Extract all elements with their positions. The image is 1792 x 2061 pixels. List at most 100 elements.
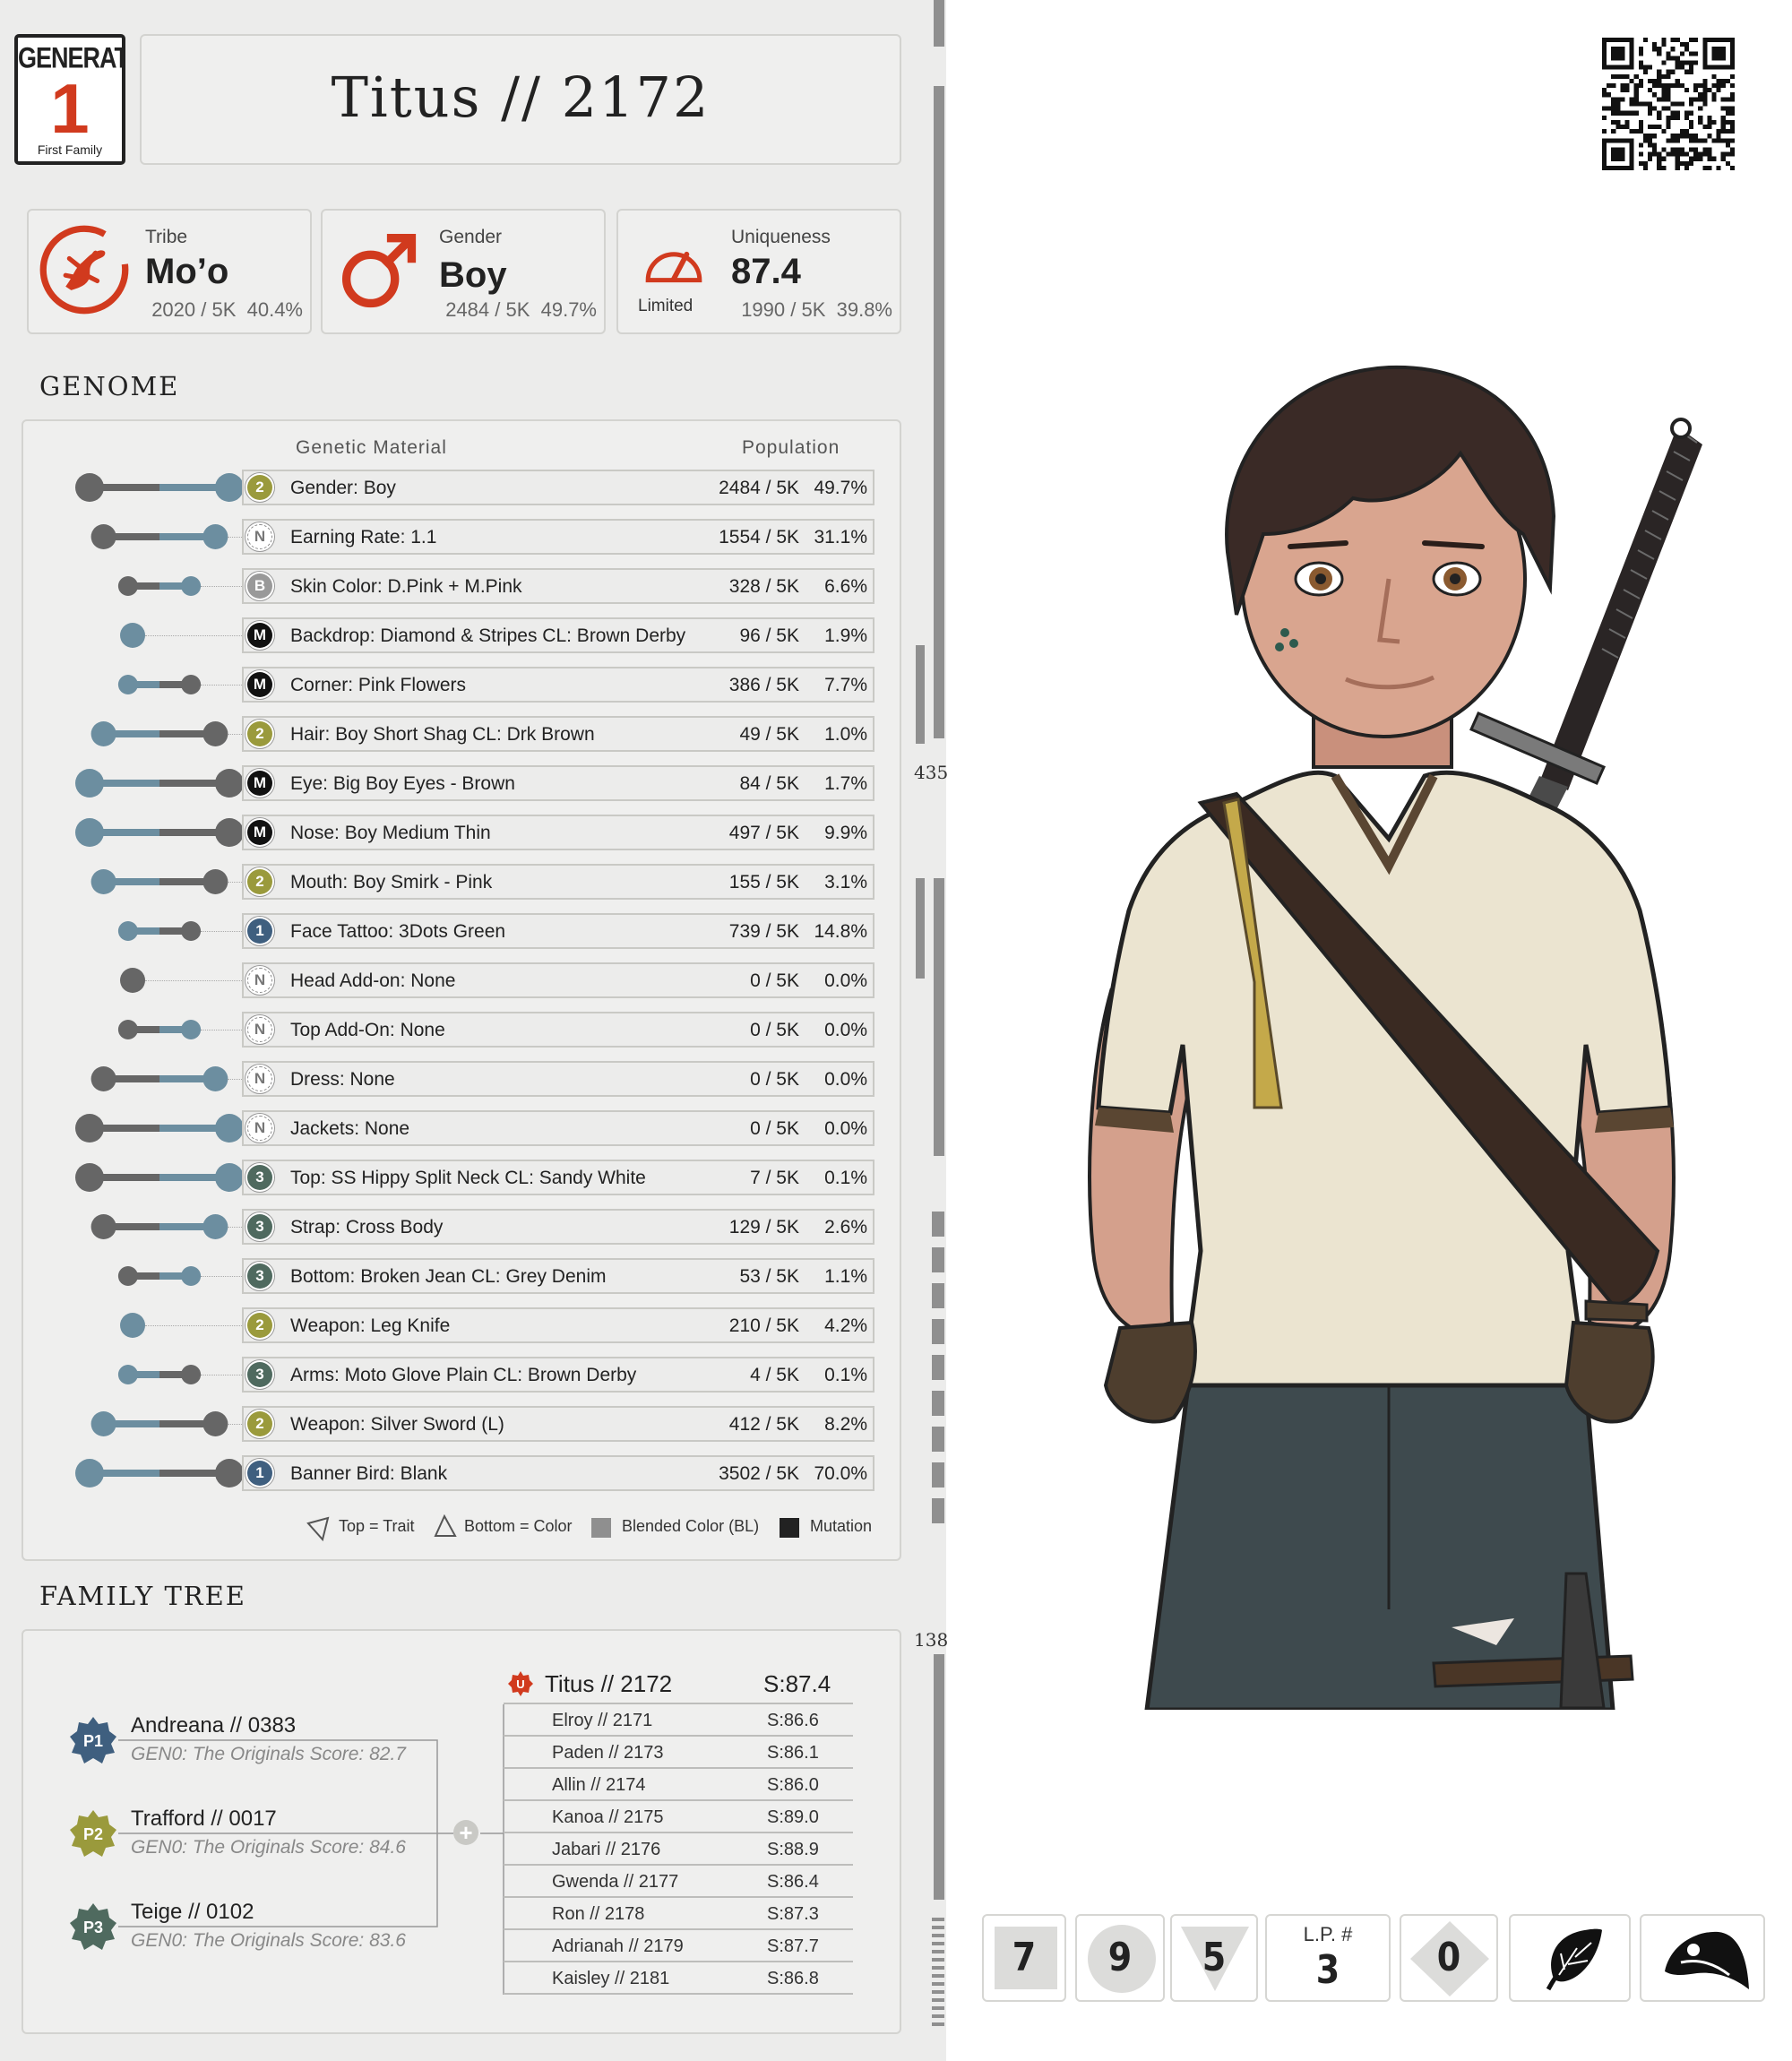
gene-pct: 4.2%	[824, 1315, 867, 1336]
p3-score: GEN0: The Originals Score: 83.6	[131, 1930, 406, 1951]
lp-tile[interactable]: L.P. # 3	[1265, 1914, 1391, 2002]
p1-badge-icon: P1	[70, 1717, 116, 1763]
bird-tile[interactable]	[1640, 1914, 1765, 2002]
uniqueness-pct: 39.8%	[836, 298, 892, 321]
generation-subtitle: First Family	[37, 142, 103, 157]
gene-badge-icon: N	[247, 1116, 272, 1141]
gene-name: Backdrop: Diamond & Stripes CL: Brown De…	[290, 625, 686, 646]
leaf-tile[interactable]	[1509, 1914, 1631, 2002]
p1-name: Andreana // 0383	[131, 1713, 297, 1738]
p2-name: Trafford // 0017	[131, 1807, 277, 1831]
gene-pct: 2.6%	[824, 1217, 867, 1237]
sibling-row[interactable]: Gwenda // 2177 S:86.4	[504, 1866, 853, 1898]
gene-name: Head Add-on: None	[290, 970, 456, 991]
scale-tick	[932, 1958, 944, 1962]
gene-row[interactable]: M Eye: Big Boy Eyes - Brown 84 / 5K 1.7%	[242, 765, 874, 801]
gene-pct: 0.1%	[824, 1168, 867, 1188]
gene-badge-icon: 2	[247, 869, 272, 894]
triangle-tile[interactable]: 5	[1170, 1914, 1258, 2002]
gene-row[interactable]: 2 Gender: Boy 2484 / 5K 49.7%	[242, 470, 874, 505]
uniqueness-value: 87.4	[731, 252, 801, 291]
tribe-count: 2020 / 5K	[151, 298, 237, 321]
sibling-row[interactable]: Allin // 2174 S:86.0	[504, 1769, 853, 1801]
gene-name: Nose: Boy Medium Thin	[290, 823, 491, 843]
tribe-population: 2020 / 5K 40.4%	[151, 298, 303, 322]
gene-link-line	[228, 882, 242, 883]
gene-name: Face Tattoo: 3Dots Green	[290, 921, 506, 942]
sibling-row[interactable]: Kaisley // 2181 S:86.8	[504, 1962, 853, 1995]
self-name: Titus // 2172	[545, 1670, 673, 1697]
sibling-row[interactable]: Ron // 2178 S:87.3	[504, 1898, 853, 1930]
gene-row[interactable]: N Dress: None 0 / 5K 0.0%	[242, 1061, 874, 1097]
gene-row[interactable]: N Earning Rate: 1.1 1554 / 5K 31.1%	[242, 519, 874, 555]
gene-row[interactable]: N Head Add-on: None 0 / 5K 0.0%	[242, 962, 874, 998]
gene-link-line	[228, 734, 242, 735]
gene-row[interactable]: 3 Bottom: Broken Jean CL: Grey Denim 53 / …	[242, 1258, 874, 1294]
gene-dumbbell	[90, 1214, 228, 1239]
scale-tick	[932, 1974, 944, 1978]
p2-badge-text: P2	[83, 1825, 103, 1843]
gene-row[interactable]: M Nose: Boy Medium Thin 497 / 5K 9.9%	[242, 815, 874, 850]
scale-tick	[932, 1966, 944, 1970]
gene-link-line	[201, 931, 242, 932]
gene-row[interactable]: M Backdrop: Diamond & Stripes CL: Brown D…	[242, 617, 874, 653]
uniqueness-population: 1990 / 5K 39.8%	[741, 298, 892, 322]
gene-count: 129 / 5K	[728, 1217, 799, 1237]
gene-row[interactable]: N Top Add-On: None 0 / 5K 0.0%	[242, 1012, 874, 1048]
gene-pct: 3.1%	[824, 872, 867, 893]
gene-count: 155 / 5K	[728, 872, 799, 893]
gene-count: 96 / 5K	[739, 625, 799, 646]
gene-row[interactable]: 2 Mouth: Boy Smirk - Pink 155 / 5K 3.1%	[242, 864, 874, 900]
gene-name: Skin Color: D.Pink + M.Pink	[290, 576, 522, 597]
gene-name: Top Add-On: None	[290, 1020, 445, 1040]
sibling-row[interactable]: Jabari // 2176 S:88.9	[504, 1833, 853, 1866]
gene-row[interactable]: M Corner: Pink Flowers 386 / 5K 7.7%	[242, 667, 874, 703]
gene-count: 0 / 5K	[750, 1020, 799, 1040]
gene-name: Eye: Big Boy Eyes - Brown	[290, 773, 515, 794]
sibling-name: Paden // 2173	[552, 1743, 664, 1763]
gene-pct: 6.6%	[824, 576, 867, 597]
gene-name: Jackets: None	[290, 1118, 410, 1139]
bird-head-icon	[1665, 1931, 1749, 1989]
scale-tick	[932, 1498, 944, 1523]
gene-row[interactable]: B Skin Color: D.Pink + M.Pink 328 / 5K 6.6%	[242, 568, 874, 604]
gene-name: Dress: None	[290, 1069, 395, 1090]
self-badge-icon: U	[508, 1671, 533, 1696]
gender-population: 2484 / 5K 49.7%	[445, 298, 597, 322]
gene-row[interactable]: 2 Weapon: Leg Knife 210 / 5K 4.2%	[242, 1307, 874, 1343]
gene-row[interactable]: N Jackets: None 0 / 5K 0.0%	[242, 1110, 874, 1146]
uniqueness-tier: Limited	[638, 297, 694, 315]
gender-card: Gender Boy 2484 / 5K 49.7%	[321, 209, 606, 334]
gene-row[interactable]: 3 Arms: Moto Glove Plain CL: Brown Derby 4…	[242, 1357, 874, 1393]
diamond-tile[interactable]: 0	[1400, 1914, 1498, 2002]
gene-row[interactable]: 3 Strap: Cross Body 129 / 5K 2.6%	[242, 1209, 874, 1245]
scale-tick	[932, 1391, 944, 1416]
gene-row[interactable]: 2 Hair: Boy Short Shag CL: Drk Brown 49 / …	[242, 716, 874, 752]
gene-pct: 49.7%	[814, 478, 867, 498]
gene-pct: 14.8%	[814, 921, 867, 942]
gene-badge-icon: N	[247, 1017, 272, 1042]
circle-tile[interactable]: 9	[1075, 1914, 1165, 2002]
sibling-row[interactable]: Paden // 2173 S:86.1	[504, 1737, 853, 1769]
uniqueness-card: Limited Uniqueness 87.4 1990 / 5K 39.8%	[616, 209, 901, 334]
gene-dumbbell	[75, 769, 244, 798]
gene-row[interactable]: 3 Top: SS Hippy Split Neck CL: Sandy Whit…	[242, 1160, 874, 1195]
diamond-value: 0	[1436, 1934, 1461, 1980]
gene-row[interactable]: 1 Face Tattoo: 3Dots Green 739 / 5K 14.8%	[242, 913, 874, 949]
square-tile[interactable]: 7	[982, 1914, 1066, 2002]
scale-upper: 435	[914, 762, 949, 783]
gene-count: 412 / 5K	[728, 1414, 799, 1435]
gene-row[interactable]: 1 Banner Bird: Blank 3502 / 5K 70.0%	[242, 1455, 874, 1491]
scale-tick	[932, 1942, 944, 1945]
gene-row[interactable]: 2 Weapon: Silver Sword (L) 412 / 5K 8.2%	[242, 1406, 874, 1442]
sibling-row[interactable]: Kanoa // 2175 S:89.0	[504, 1801, 853, 1833]
sibling-row[interactable]: Adrianah // 2179 S:87.7	[504, 1930, 853, 1962]
scrollbar-segment	[934, 1654, 944, 1900]
gene-dumbbell	[75, 1459, 244, 1488]
sibling-row[interactable]: Elroy // 2171 S:86.6	[504, 1704, 853, 1737]
tribe-pct: 40.4%	[246, 298, 303, 321]
qr-code	[1602, 38, 1735, 170]
generation-badge: GENERATION 1 First Family	[14, 34, 125, 165]
add-icon[interactable]: +	[453, 1820, 478, 1845]
gene-badge-icon: 3	[247, 1165, 272, 1190]
